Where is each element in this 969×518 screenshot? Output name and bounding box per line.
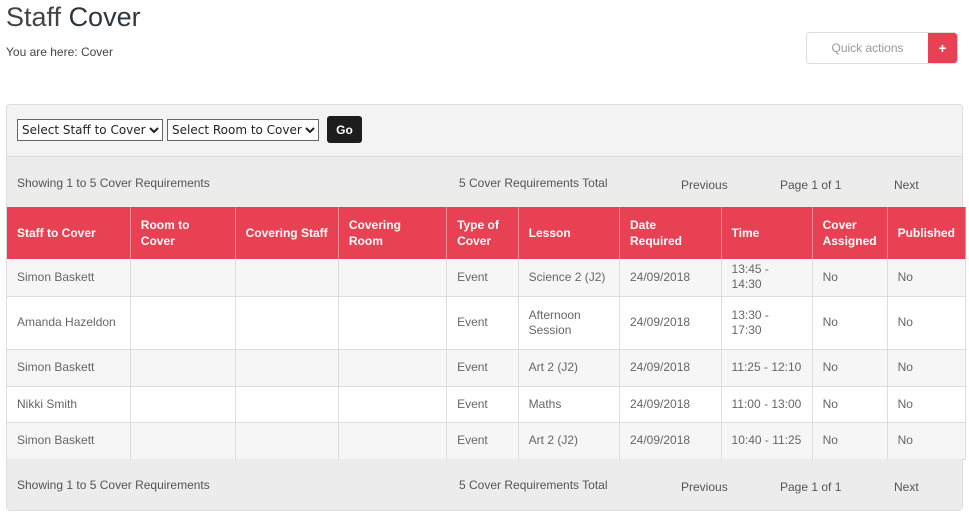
table-cell: Event [446,386,519,423]
plus-icon[interactable]: + [928,33,957,63]
table-cell: No [887,386,967,423]
table-cell: Event [446,259,519,297]
table-cell [338,349,448,387]
pager-bottom: Showing 1 to 5 Cover Requirements 5 Cove… [7,459,962,510]
table-cell: 10:40 - 11:25 [721,422,813,460]
pager-top: Showing 1 to 5 Cover Requirements 5 Cove… [7,156,962,208]
showing-text: Showing 1 to 5 Cover Requirements [17,478,210,492]
column-header[interactable]: Staff to Cover [7,207,131,259]
cover-panel: Select Staff to Cover Select Room to Cov… [6,104,967,511]
table-cell: 24/09/2018 [619,386,722,423]
table-cell: No [812,422,888,460]
table-cell: 13:45 - 14:30 [721,259,813,297]
table-cell: 24/09/2018 [619,259,722,297]
page-indicator: Page 1 of 1 [780,178,842,192]
table-row[interactable]: Simon Baskett Event Art 2 (J2) 24/09/2018 10… [7,422,967,460]
table-cell: Event [446,349,519,387]
table-cell [235,296,339,350]
page-title: Staff Cover [6,2,141,33]
table-cell: No [812,386,888,423]
table-cell: No [812,296,888,350]
table-cell: 13:30 - 17:30 [721,296,813,350]
column-header[interactable]: Date Required [619,207,722,259]
table-row[interactable]: Simon Baskett Event Science 2 (J2) 24/09/20… [7,259,967,297]
table-cell: Afternoon Session [518,296,621,350]
table-cell: No [887,422,967,460]
quick-actions[interactable]: Quick actions + [806,32,958,64]
table-cell [235,349,339,387]
table-cell: Amanda Hazeldon [7,296,131,350]
previous-button[interactable]: Previous [681,178,728,192]
title-bold: Cover [68,2,141,32]
next-button[interactable]: Next [894,480,919,494]
table-cell [130,386,236,423]
table-cell [130,422,236,460]
table-cell: Simon Baskett [7,259,131,297]
table-cell: 11:00 - 13:00 [721,386,813,423]
table-cell: Event [446,296,519,350]
table-cell: Nikki Smith [7,386,131,423]
total-text: 5 Cover Requirements Total [459,478,608,492]
table-row[interactable]: Amanda Hazeldon Event Afternoon Session 24/… [7,296,967,350]
table-cell [235,422,339,460]
table-cell: Maths [518,386,621,423]
table-cell [130,349,236,387]
table-cell [338,259,448,297]
table-cell [235,386,339,423]
column-header[interactable]: Lesson [518,207,621,259]
table-cell: 24/09/2018 [619,422,722,460]
room-select[interactable]: Select Room to Cover [167,118,319,141]
table-cell: 11:25 - 12:10 [721,349,813,387]
column-header[interactable]: Time [721,207,813,259]
table-cell [338,296,448,350]
title-light: Staff [6,2,62,32]
table-cell: Event [446,422,519,460]
table-cell: No [887,259,967,297]
column-header[interactable]: Type of Cover [446,207,519,259]
table-cell: Art 2 (J2) [518,349,621,387]
table-cell: 24/09/2018 [619,349,722,387]
go-button[interactable]: Go [327,116,362,143]
column-header[interactable]: Published [887,207,967,259]
table-cell: Simon Baskett [7,422,131,460]
column-header[interactable]: Covering Staff [235,207,339,259]
column-header[interactable]: Covering Room [338,207,448,259]
table-row[interactable]: Simon Baskett Event Art 2 (J2) 24/09/2018 11… [7,349,967,387]
table-cell: No [812,259,888,297]
total-text: 5 Cover Requirements Total [459,176,608,190]
table-cell: No [887,349,967,387]
showing-text: Showing 1 to 5 Cover Requirements [17,176,210,190]
table-cell: No [812,349,888,387]
previous-button[interactable]: Previous [681,480,728,494]
table-cell: Science 2 (J2) [518,259,621,297]
table-cell [130,259,236,297]
breadcrumb: You are here: Cover [6,45,113,59]
table-cell: 24/09/2018 [619,296,722,350]
cover-table: Staff to Cover Room to Cover Covering Staf… [7,207,967,460]
table-cell [235,259,339,297]
table-cell: Art 2 (J2) [518,422,621,460]
column-header[interactable]: Cover Assigned [812,207,888,259]
next-button[interactable]: Next [894,178,919,192]
column-header[interactable]: Room to Cover [130,207,236,259]
quick-actions-button[interactable]: Quick actions [807,33,928,63]
table-cell [338,422,448,460]
page-indicator: Page 1 of 1 [780,480,842,494]
table-cell: No [887,296,967,350]
table-cell [338,386,448,423]
table-cell [130,296,236,350]
staff-select[interactable]: Select Staff to Cover [17,118,163,141]
table-cell: Simon Baskett [7,349,131,387]
table-row[interactable]: Nikki Smith Event Maths 24/09/2018 11:00 - 1… [7,386,967,423]
